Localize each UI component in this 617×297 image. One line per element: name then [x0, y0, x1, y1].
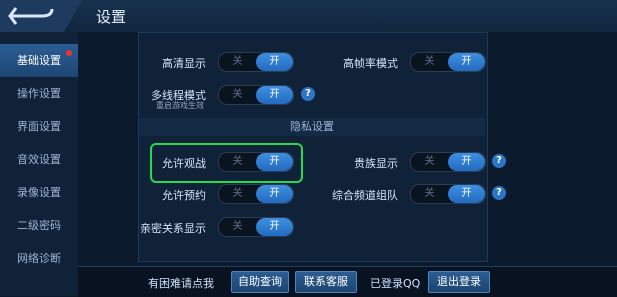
privacy-section-header: 隐私设置 — [139, 118, 485, 136]
sidebar-item-label: 界面设置 — [17, 120, 61, 133]
sidebar-item-label: 基础设置 — [17, 54, 61, 67]
toggle-off-label: 关 — [232, 89, 243, 100]
sidebar-item-controls[interactable]: 操作设置 — [0, 77, 78, 110]
sidebar-item-sound[interactable]: 音效设置 — [0, 143, 78, 176]
toggle-off-label: 关 — [232, 221, 243, 232]
sidebar-item-label: 录像设置 — [17, 186, 61, 199]
sidebar-item-replay[interactable]: 录像设置 — [0, 176, 78, 209]
toggle-on-label: 开 — [448, 185, 485, 203]
sidebar-item-label: 网络诊断 — [17, 252, 61, 265]
sidebar-item-basic[interactable]: 基础设置 — [0, 44, 78, 77]
contact-service-button[interactable]: 联系客服 — [295, 271, 357, 293]
team-channel-help-icon[interactable]: ? — [492, 186, 506, 200]
sidebar-item-interface[interactable]: 界面设置 — [0, 110, 78, 143]
intimacy-toggle[interactable]: 关 开 — [218, 217, 294, 237]
allow-reserve-toggle[interactable]: 关 开 — [218, 184, 294, 204]
sidebar-item-label: 音效设置 — [17, 153, 61, 166]
highlight-box — [150, 143, 303, 183]
multithread-sublabel: 重启游戏生效 — [156, 101, 204, 110]
sidebar-item-password[interactable]: 二级密码 — [0, 209, 78, 242]
notification-dot — [66, 50, 72, 56]
hd-toggle[interactable]: 关 开 — [218, 52, 294, 72]
noble-display-help-icon[interactable]: ? — [492, 154, 506, 168]
toggle-on-label: 开 — [256, 86, 293, 104]
toggle-on-label: 开 — [448, 53, 485, 71]
sidebar-item-label: 操作设置 — [17, 87, 61, 100]
toggle-off-label: 关 — [232, 188, 243, 199]
sidebar-item-label: 二级密码 — [17, 219, 61, 232]
toggle-off-label: 关 — [424, 156, 435, 167]
noble-display-toggle[interactable]: 关 开 — [410, 152, 486, 172]
team-channel-toggle[interactable]: 关 开 — [410, 184, 486, 204]
multithread-help-icon[interactable]: ? — [301, 87, 315, 101]
toggle-on-label: 开 — [448, 153, 485, 171]
allow-reserve-label: 允许预约 — [162, 189, 206, 202]
team-channel-label: 综合频道组队 — [332, 189, 398, 202]
bottom-bar: 有困难请点我 自助查询 联系客服 已登录QQ 退出登录 — [78, 266, 617, 297]
toggle-on-label: 开 — [256, 53, 293, 71]
hd-label: 高清显示 — [162, 57, 206, 70]
logout-button[interactable]: 退出登录 — [428, 271, 490, 293]
help-text: 有困难请点我 — [148, 277, 214, 290]
self-query-button[interactable]: 自助查询 — [231, 271, 289, 293]
toggle-off-label: 关 — [424, 188, 435, 199]
high-fps-label: 高帧率模式 — [343, 57, 398, 70]
toggle-on-label: 开 — [256, 185, 293, 203]
toggle-off-label: 关 — [232, 56, 243, 67]
sidebar: 基础设置 操作设置 界面设置 音效设置 录像设置 二级密码 网络诊断 — [0, 32, 79, 296]
sidebar-item-network[interactable]: 网络诊断 — [0, 242, 78, 275]
intimacy-label: 亲密关系显示 — [140, 222, 206, 235]
page-title: 设置 — [96, 8, 127, 26]
toggle-on-label: 开 — [256, 218, 293, 236]
back-arrow-icon — [8, 7, 54, 25]
login-status: 已登录QQ — [370, 277, 421, 290]
back-button[interactable] — [0, 0, 82, 32]
noble-display-label: 贵族显示 — [354, 157, 398, 170]
multithread-toggle[interactable]: 关 开 — [218, 85, 294, 105]
high-fps-toggle[interactable]: 关 开 — [410, 52, 486, 72]
top-bar: 设置 — [0, 0, 617, 33]
toggle-off-label: 关 — [424, 56, 435, 67]
